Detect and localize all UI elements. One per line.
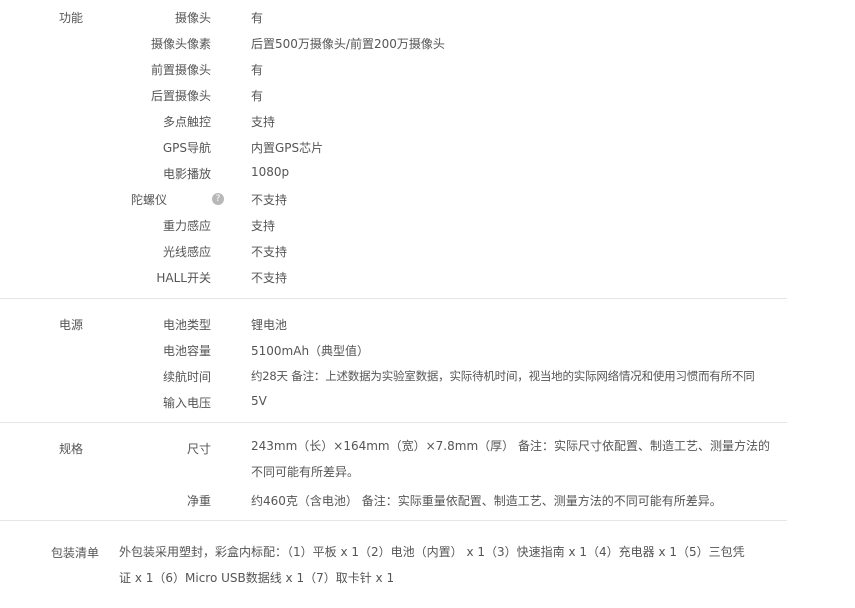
- spec-row: 净重 约460克（含电池） 备注：实际重量依配置、制造工艺、测量方法的不同可能有…: [0, 492, 787, 518]
- spec-row: 前置摄像头 有: [0, 61, 787, 87]
- spec-label: GPS导航: [162, 141, 211, 155]
- spec-label: 尺寸: [186, 442, 211, 456]
- spec-value: 内置GPS芯片: [251, 141, 324, 155]
- spec-label: 后置摄像头: [150, 89, 211, 103]
- spec-value: 约460克（含电池） 备注：实际重量依配置、制造工艺、测量方法的不同可能有所差异…: [251, 494, 722, 508]
- package-contents: 外包装采用塑封，彩盒内标配：（1）平板 x 1（2）电池（内置） x 1（3）快…: [119, 545, 745, 585]
- spec-value: 5V: [251, 394, 267, 408]
- spec-label: 陀螺仪: [130, 193, 167, 207]
- spec-value: 有: [251, 11, 264, 25]
- spec-label: 摄像头: [174, 11, 211, 25]
- spec-row: 输入电压 5V: [0, 394, 787, 420]
- spec-row: 尺寸 243mm（长）×164mm（宽）×7.8mm（厚） 备注：实际尺寸依配置…: [0, 439, 787, 492]
- spec-value: 锂电池: [251, 318, 288, 332]
- spec-label: 多点触控: [162, 115, 211, 129]
- spec-label: 输入电压: [162, 396, 211, 410]
- spec-value: 1080p: [251, 165, 290, 179]
- spec-row: 重力感应 支持: [0, 217, 787, 243]
- spec-value: 不支持: [251, 271, 288, 285]
- spec-value: 有: [251, 89, 264, 103]
- spec-row: GPS导航 内置GPS芯片: [0, 139, 787, 165]
- spec-row: HALL开关 不支持: [0, 269, 787, 295]
- spec-row: 光线感应 不支持: [0, 243, 787, 269]
- spec-label: HALL开关: [156, 271, 211, 285]
- spec-row: 电影播放 1080p: [0, 165, 787, 191]
- spec-label: 前置摄像头: [150, 63, 211, 77]
- spec-value: 支持: [251, 115, 276, 129]
- spec-label: 摄像头像素: [150, 37, 211, 51]
- spec-row: 多点触控 支持: [0, 113, 787, 139]
- spec-row: 摄像头 有: [0, 9, 787, 35]
- spec-label-with-help: 陀螺仪: [131, 191, 167, 208]
- section-divider: [0, 298, 787, 299]
- spec-label: 续航时间: [162, 370, 211, 384]
- spec-value: 支持: [251, 219, 276, 233]
- spec-row: 摄像头像素 后置500万摄像头/前置200万摄像头: [0, 35, 787, 61]
- package-title: 包装清单: [51, 546, 100, 560]
- spec-label: 电影播放: [162, 167, 211, 181]
- spec-label: 光线感应: [162, 245, 211, 259]
- spec-label: 电池容量: [162, 344, 211, 358]
- spec-row: 后置摄像头 有: [0, 87, 787, 113]
- spec-value: 有: [251, 63, 264, 77]
- spec-label: 净重: [186, 494, 211, 508]
- spec-value: 后置500万摄像头/前置200万摄像头: [251, 37, 445, 51]
- spec-label: 重力感应: [162, 219, 211, 233]
- spec-row: 续航时间 约28天 备注：上述数据为实验室数据，实际待机时间，视当地的实际网络情…: [0, 368, 787, 394]
- section-divider: [0, 422, 787, 423]
- section-divider: [0, 520, 787, 521]
- spec-label: 电池类型: [162, 318, 211, 332]
- spec-value: 不支持: [251, 193, 288, 207]
- spec-row: 陀螺仪 ? 不支持: [0, 191, 787, 217]
- question-icon[interactable]: ?: [212, 193, 224, 205]
- spec-value: 约28天 备注：上述数据为实验室数据，实际待机时间，视当地的实际网络情况和使用习…: [251, 369, 755, 383]
- spec-row: 电池类型 锂电池: [0, 316, 787, 342]
- spec-value: 不支持: [251, 245, 288, 259]
- spec-row: 电池容量 5100mAh（典型值）: [0, 342, 787, 368]
- spec-value: 5100mAh（典型值）: [251, 344, 370, 358]
- spec-value: 243mm（长）×164mm（宽）×7.8mm（厚） 备注：实际尺寸依配置、制造…: [251, 439, 770, 479]
